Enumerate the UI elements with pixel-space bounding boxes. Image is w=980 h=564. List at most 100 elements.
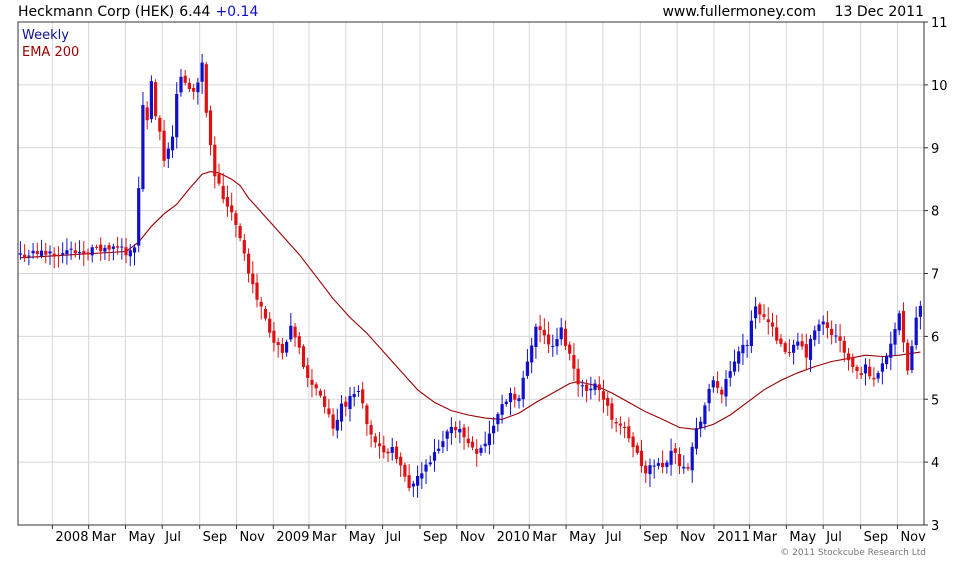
candle-body xyxy=(116,246,120,248)
candle-body xyxy=(449,426,453,434)
candle-body xyxy=(458,428,462,433)
candle-body xyxy=(259,301,263,307)
candle-body xyxy=(504,401,508,404)
candle-body xyxy=(183,75,187,83)
candle-body xyxy=(208,110,213,146)
candle-body xyxy=(720,389,724,395)
x-tick-label: Jul xyxy=(385,530,402,545)
candle-body xyxy=(825,322,829,329)
candle-body xyxy=(631,436,635,448)
candle-body xyxy=(783,343,787,352)
candle-body xyxy=(192,88,196,92)
candle-body xyxy=(158,117,162,132)
candle-body xyxy=(682,466,686,469)
candle-body xyxy=(568,344,572,354)
candle-body xyxy=(876,373,880,379)
candle-body xyxy=(204,64,208,113)
candle-body xyxy=(623,426,627,428)
candle-body xyxy=(356,391,360,392)
candle-body xyxy=(230,205,234,213)
x-tick-label: Mar xyxy=(532,530,557,545)
candle-body xyxy=(124,247,128,256)
candle-body xyxy=(517,398,521,401)
x-tick-label: Mar xyxy=(92,530,117,545)
chart-root: 3 4 5 6 7 8 9 10 11 2008 Mar May Jul Sep Nov 2009 Mar Ma… xyxy=(0,0,980,560)
candle-body xyxy=(775,327,779,341)
candle-body xyxy=(251,273,255,285)
x-tick-label: May xyxy=(569,530,596,545)
candle-body xyxy=(369,425,373,435)
x-tick-label: Jul xyxy=(825,530,842,545)
candle-body xyxy=(470,441,475,448)
candle-body xyxy=(893,329,897,345)
candle-body xyxy=(737,351,741,364)
candle-body xyxy=(766,319,770,323)
candle-body xyxy=(111,246,115,249)
candle-body xyxy=(23,254,27,258)
candle-body xyxy=(73,250,77,254)
candle-body xyxy=(170,136,175,151)
candle-body xyxy=(344,401,348,407)
candle-body xyxy=(547,334,551,345)
candle-body xyxy=(677,454,682,467)
candle-body xyxy=(842,340,846,353)
candle-body xyxy=(454,427,458,431)
candle-body xyxy=(221,185,225,200)
candle-body xyxy=(834,335,838,337)
y-tick-label: 6 xyxy=(931,330,939,345)
candle-body xyxy=(280,343,284,353)
candle-body xyxy=(128,250,132,257)
candle-body xyxy=(910,346,914,371)
candle-body xyxy=(365,405,369,425)
x-tick-label: Mar xyxy=(312,530,337,545)
candle-body xyxy=(310,379,314,385)
candle-body xyxy=(716,381,720,388)
candle-body xyxy=(606,398,610,406)
candle-body xyxy=(162,130,166,161)
candle-body xyxy=(572,355,576,369)
candle-body xyxy=(880,363,884,372)
candle-body xyxy=(407,475,411,489)
candle-body xyxy=(394,446,399,460)
candle-body xyxy=(479,447,483,453)
legend-indicator: EMA 200 xyxy=(22,45,79,60)
candle-body xyxy=(331,414,335,429)
candle-body xyxy=(808,338,813,360)
candle-body xyxy=(373,436,377,443)
x-tick-label: Sep xyxy=(643,530,668,545)
candle-body xyxy=(610,403,614,420)
candle-body xyxy=(145,107,149,121)
candle-body xyxy=(901,310,906,343)
candle-body xyxy=(665,462,669,467)
candle-body xyxy=(411,483,415,487)
candle-body xyxy=(31,250,35,254)
candle-body xyxy=(90,247,94,256)
candle-body xyxy=(749,320,753,346)
candle-body xyxy=(285,341,289,353)
x-tick-label: Sep xyxy=(423,530,448,545)
candle-body xyxy=(234,213,238,225)
x-tick-label: Nov xyxy=(240,530,266,545)
candle-body xyxy=(441,441,445,448)
candle-body xyxy=(817,324,821,331)
candle-body xyxy=(416,476,420,486)
candle-body xyxy=(339,403,344,422)
candle-body xyxy=(732,361,737,372)
legend-period: Weekly xyxy=(22,28,69,43)
x-tick-label: Sep xyxy=(203,530,228,545)
candle-body xyxy=(690,446,694,471)
candle-body xyxy=(462,427,466,438)
candle-body xyxy=(263,309,268,319)
candle-body xyxy=(99,244,103,252)
candle-body xyxy=(78,252,82,254)
candle-body xyxy=(137,188,141,246)
candle-body xyxy=(694,428,698,449)
candle-body xyxy=(754,306,758,319)
candle-body xyxy=(487,433,491,446)
candle-body xyxy=(906,342,910,371)
candle-body xyxy=(120,246,124,248)
y-tick-label: 9 xyxy=(931,142,939,157)
candle-body xyxy=(661,463,665,468)
candle-body xyxy=(496,414,500,425)
candle-body xyxy=(530,345,534,363)
